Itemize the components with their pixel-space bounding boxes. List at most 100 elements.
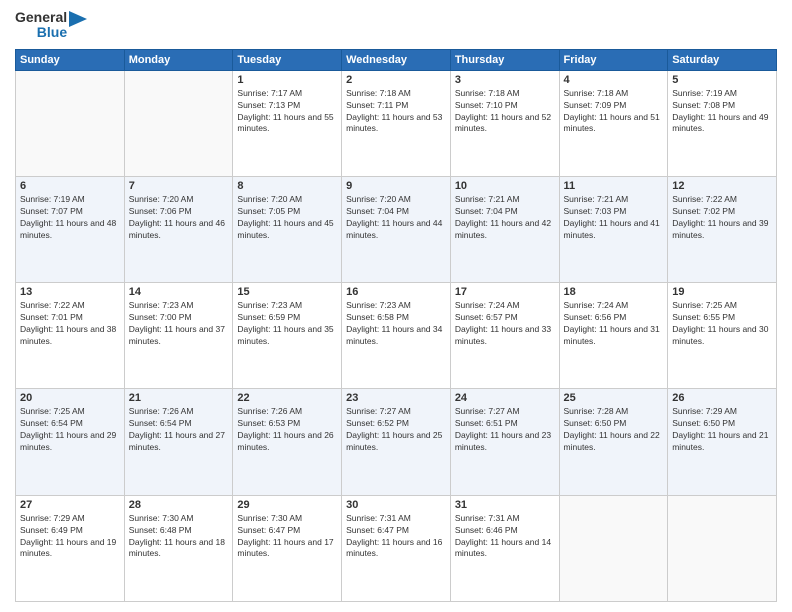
week-row-3: 13 Sunrise: 7:22 AM Sunset: 7:01 PM Dayli…	[16, 283, 777, 389]
weekday-header-thursday: Thursday	[450, 49, 559, 70]
calendar-cell: 1 Sunrise: 7:17 AM Sunset: 7:13 PM Daylig…	[233, 70, 342, 176]
day-info: Sunrise: 7:18 AM Sunset: 7:10 PM Dayligh…	[455, 88, 555, 136]
calendar-cell: 29 Sunrise: 7:30 AM Sunset: 6:47 PM Dayli…	[233, 495, 342, 601]
calendar-cell: 8Sunrise: 7:20 AM Sunset: 7:05 PM Daylig…	[233, 177, 342, 283]
day-info: Sunrise: 7:30 AM Sunset: 6:47 PM Dayligh…	[237, 513, 337, 561]
page: General Blue SundayMondayTuesdayWednesda…	[0, 0, 792, 612]
day-info: Sunrise: 7:19 AM Sunset: 7:07 PM Dayligh…	[20, 194, 120, 242]
day-info: Sunrise: 7:27 AM Sunset: 6:51 PM Dayligh…	[455, 406, 555, 454]
day-info: Sunrise: 7:23 AM Sunset: 6:58 PM Dayligh…	[346, 300, 446, 348]
week-row-5: 27 Sunrise: 7:29 AM Sunset: 6:49 PM Dayli…	[16, 495, 777, 601]
day-info: Sunrise: 7:17 AM Sunset: 7:13 PM Dayligh…	[237, 88, 337, 136]
week-row-4: 20 Sunrise: 7:25 AM Sunset: 6:54 PM Dayli…	[16, 389, 777, 495]
calendar-cell	[668, 495, 777, 601]
calendar-cell	[559, 495, 668, 601]
calendar-cell: 17 Sunrise: 7:24 AM Sunset: 6:57 PM Dayli…	[450, 283, 559, 389]
weekday-header-sunday: Sunday	[16, 49, 125, 70]
day-number: 14	[129, 286, 229, 298]
day-info: Sunrise: 7:21 AM Sunset: 7:04 PM Dayligh…	[455, 194, 555, 242]
calendar-table: SundayMondayTuesdayWednesdayThursdayFrid…	[15, 49, 777, 602]
day-number: 20	[20, 392, 120, 404]
day-info: Sunrise: 7:18 AM Sunset: 7:09 PM Dayligh…	[564, 88, 664, 136]
calendar-cell: 23 Sunrise: 7:27 AM Sunset: 6:52 PM Dayli…	[342, 389, 451, 495]
calendar-cell: 16 Sunrise: 7:23 AM Sunset: 6:58 PM Dayli…	[342, 283, 451, 389]
day-info: Sunrise: 7:23 AM Sunset: 7:00 PM Dayligh…	[129, 300, 229, 348]
day-number: 28	[129, 499, 229, 511]
day-info: Sunrise: 7:22 AM Sunset: 7:02 PM Dayligh…	[672, 194, 772, 242]
day-info: Sunrise: 7:31 AM Sunset: 6:46 PM Dayligh…	[455, 513, 555, 561]
day-number: 21	[129, 392, 229, 404]
day-info: Sunrise: 7:20 AM Sunset: 7:06 PM Dayligh…	[129, 194, 229, 242]
day-number: 13	[20, 286, 120, 298]
week-row-2: 6Sunrise: 7:19 AM Sunset: 7:07 PM Daylig…	[16, 177, 777, 283]
day-info: Sunrise: 7:29 AM Sunset: 6:49 PM Dayligh…	[20, 513, 120, 561]
day-info: Sunrise: 7:24 AM Sunset: 6:56 PM Dayligh…	[564, 300, 664, 348]
calendar-cell: 11Sunrise: 7:21 AM Sunset: 7:03 PM Dayli…	[559, 177, 668, 283]
day-info: Sunrise: 7:30 AM Sunset: 6:48 PM Dayligh…	[129, 513, 229, 561]
day-info: Sunrise: 7:31 AM Sunset: 6:47 PM Dayligh…	[346, 513, 446, 561]
day-info: Sunrise: 7:27 AM Sunset: 6:52 PM Dayligh…	[346, 406, 446, 454]
day-number: 18	[564, 286, 664, 298]
day-info: Sunrise: 7:26 AM Sunset: 6:53 PM Dayligh…	[237, 406, 337, 454]
calendar-cell: 6Sunrise: 7:19 AM Sunset: 7:07 PM Daylig…	[16, 177, 125, 283]
weekday-header-friday: Friday	[559, 49, 668, 70]
day-number: 10	[455, 180, 555, 192]
calendar-cell: 10 Sunrise: 7:21 AM Sunset: 7:04 PM Dayli…	[450, 177, 559, 283]
day-number: 2	[346, 74, 446, 86]
day-info: Sunrise: 7:18 AM Sunset: 7:11 PM Dayligh…	[346, 88, 446, 136]
day-number: 30	[346, 499, 446, 511]
day-info: Sunrise: 7:25 AM Sunset: 6:54 PM Dayligh…	[20, 406, 120, 454]
day-number: 9	[346, 180, 446, 192]
day-number: 16	[346, 286, 446, 298]
day-info: Sunrise: 7:26 AM Sunset: 6:54 PM Dayligh…	[129, 406, 229, 454]
logo-blue-text: Blue	[37, 25, 67, 40]
day-number: 12	[672, 180, 772, 192]
calendar-cell: 26Sunrise: 7:29 AM Sunset: 6:50 PM Dayli…	[668, 389, 777, 495]
weekday-header-monday: Monday	[124, 49, 233, 70]
calendar-cell: 20 Sunrise: 7:25 AM Sunset: 6:54 PM Dayli…	[16, 389, 125, 495]
day-number: 22	[237, 392, 337, 404]
day-number: 19	[672, 286, 772, 298]
calendar-cell: 22 Sunrise: 7:26 AM Sunset: 6:53 PM Dayli…	[233, 389, 342, 495]
day-number: 15	[237, 286, 337, 298]
day-number: 17	[455, 286, 555, 298]
day-number: 24	[455, 392, 555, 404]
logo-arrow-icon	[69, 11, 87, 39]
day-number: 7	[129, 180, 229, 192]
calendar-cell: 24 Sunrise: 7:27 AM Sunset: 6:51 PM Dayli…	[450, 389, 559, 495]
day-number: 31	[455, 499, 555, 511]
calendar-cell: 12 Sunrise: 7:22 AM Sunset: 7:02 PM Dayli…	[668, 177, 777, 283]
day-number: 1	[237, 74, 337, 86]
day-number: 29	[237, 499, 337, 511]
day-info: Sunrise: 7:24 AM Sunset: 6:57 PM Dayligh…	[455, 300, 555, 348]
calendar-cell: 18 Sunrise: 7:24 AM Sunset: 6:56 PM Dayli…	[559, 283, 668, 389]
day-number: 11	[564, 180, 664, 192]
calendar-cell: 13 Sunrise: 7:22 AM Sunset: 7:01 PM Dayli…	[16, 283, 125, 389]
day-number: 23	[346, 392, 446, 404]
calendar-cell: 21 Sunrise: 7:26 AM Sunset: 6:54 PM Dayli…	[124, 389, 233, 495]
day-number: 25	[564, 392, 664, 404]
day-info: Sunrise: 7:20 AM Sunset: 7:04 PM Dayligh…	[346, 194, 446, 242]
calendar-cell: 15Sunrise: 7:23 AM Sunset: 6:59 PM Dayli…	[233, 283, 342, 389]
calendar-cell: 31 Sunrise: 7:31 AM Sunset: 6:46 PM Dayli…	[450, 495, 559, 601]
week-row-1: 1 Sunrise: 7:17 AM Sunset: 7:13 PM Daylig…	[16, 70, 777, 176]
calendar-cell: 5Sunrise: 7:19 AM Sunset: 7:08 PM Daylig…	[668, 70, 777, 176]
calendar-cell: 2 Sunrise: 7:18 AM Sunset: 7:11 PM Daylig…	[342, 70, 451, 176]
day-info: Sunrise: 7:29 AM Sunset: 6:50 PM Dayligh…	[672, 406, 772, 454]
day-info: Sunrise: 7:22 AM Sunset: 7:01 PM Dayligh…	[20, 300, 120, 348]
logo-general-text: General	[15, 10, 67, 25]
weekday-header-wednesday: Wednesday	[342, 49, 451, 70]
calendar-cell: 14 Sunrise: 7:23 AM Sunset: 7:00 PM Dayli…	[124, 283, 233, 389]
calendar-cell: 27 Sunrise: 7:29 AM Sunset: 6:49 PM Dayli…	[16, 495, 125, 601]
calendar-cell: 7 Sunrise: 7:20 AM Sunset: 7:06 PM Daylig…	[124, 177, 233, 283]
calendar-cell: 19Sunrise: 7:25 AM Sunset: 6:55 PM Dayli…	[668, 283, 777, 389]
day-number: 4	[564, 74, 664, 86]
calendar-cell: 30 Sunrise: 7:31 AM Sunset: 6:47 PM Dayli…	[342, 495, 451, 601]
calendar-cell: 3 Sunrise: 7:18 AM Sunset: 7:10 PM Daylig…	[450, 70, 559, 176]
day-number: 5	[672, 74, 772, 86]
weekday-header-tuesday: Tuesday	[233, 49, 342, 70]
day-number: 3	[455, 74, 555, 86]
calendar-cell	[124, 70, 233, 176]
day-info: Sunrise: 7:20 AM Sunset: 7:05 PM Dayligh…	[237, 194, 337, 242]
day-number: 27	[20, 499, 120, 511]
